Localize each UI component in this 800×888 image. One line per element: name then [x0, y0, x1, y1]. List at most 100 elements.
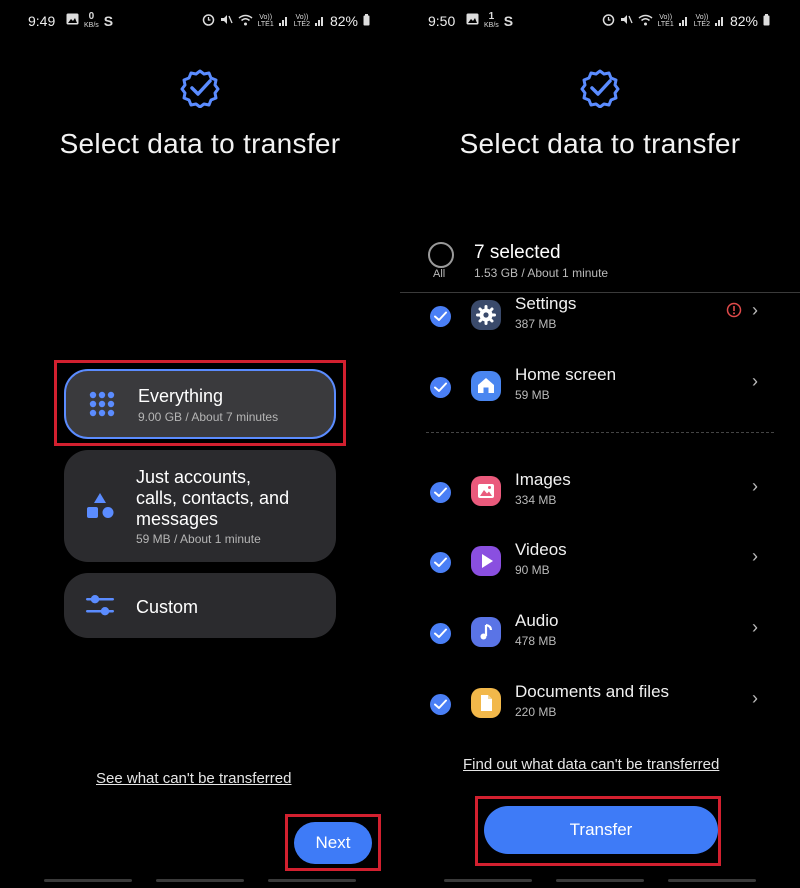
chevron-right-icon[interactable]: ›	[752, 546, 758, 567]
item-name: Settings	[515, 294, 577, 313]
gear-icon	[471, 300, 501, 330]
item-name: Home screen	[515, 365, 617, 384]
option-everything[interactable]: Everything 9.00 GB / About 7 minutes	[64, 369, 336, 439]
wifi-icon	[238, 13, 253, 29]
option-title: Custom	[136, 597, 199, 617]
gallery-icon	[466, 13, 479, 29]
item-size: 478 MB	[515, 634, 557, 648]
item-size: 334 MB	[515, 493, 557, 507]
status-time: 9:49	[28, 13, 56, 29]
home-icon	[471, 371, 501, 401]
item-size: 59 MB	[515, 388, 550, 402]
option-title: Everything	[138, 386, 224, 406]
carrier-s-icon: S	[103, 12, 114, 29]
smart-switch-logo-icon	[180, 69, 220, 108]
battery-level: 82%	[729, 13, 758, 29]
option-title-line: Just accounts,	[136, 467, 252, 487]
select-all-checkbox[interactable]	[428, 242, 454, 268]
item-size: 387 MB	[515, 317, 557, 331]
checked-checkbox[interactable]	[430, 482, 451, 503]
chevron-right-icon[interactable]: ›	[752, 371, 758, 392]
grid-icon	[89, 391, 115, 417]
mute-icon	[620, 13, 633, 29]
option-subtitle: 9.00 GB / About 7 minutes	[138, 410, 279, 424]
network-speed: 0 KB/s	[84, 11, 99, 30]
mute-icon	[220, 13, 233, 29]
battery-icon	[363, 13, 370, 29]
item-size: 220 MB	[515, 705, 557, 719]
item-name: Audio	[515, 611, 559, 630]
item-name: Videos	[515, 540, 567, 559]
page-title: Select data to transfer	[459, 128, 741, 159]
divider	[400, 292, 800, 293]
nav-gesture-bar	[444, 879, 532, 882]
list-item-audio[interactable]: Audio 478 MB ›	[400, 611, 800, 673]
music-icon	[471, 617, 501, 647]
item-name: Documents and files	[515, 682, 670, 701]
alarm-icon	[602, 13, 615, 29]
divider	[426, 432, 774, 433]
page-title: Select data to transfer	[59, 128, 341, 159]
item-size: 90 MB	[515, 563, 550, 577]
chevron-right-icon[interactable]: ›	[752, 300, 758, 321]
list-item-images[interactable]: Images 334 MB ›	[400, 470, 800, 532]
option-title-line: calls, contacts, and	[136, 488, 290, 508]
nav-gesture-bar	[668, 879, 756, 882]
lte1-indicator: Vo)) LTE1	[657, 14, 674, 28]
nav-gesture-bar	[268, 879, 356, 882]
item-name: Images	[515, 470, 571, 489]
checked-checkbox[interactable]	[430, 623, 451, 644]
shapes-icon	[87, 493, 114, 518]
checked-checkbox[interactable]	[430, 694, 451, 715]
transfer-button[interactable]: Transfer	[484, 806, 718, 854]
find-untransferable-link[interactable]: Find out what data can't be transferred	[463, 756, 719, 773]
selected-count: 7 selected	[474, 242, 561, 263]
lte2-indicator: Vo)) LTE2	[293, 14, 310, 28]
signal-icon	[714, 13, 725, 29]
signal-icon	[678, 13, 689, 29]
gallery-icon	[66, 13, 79, 29]
wifi-icon	[638, 13, 653, 29]
list-item-videos[interactable]: Videos 90 MB ›	[400, 540, 800, 602]
status-time: 9:50	[428, 13, 456, 29]
selected-summary: 1.53 GB / About 1 minute	[474, 266, 609, 280]
option-accounts-messages[interactable]: Just accounts, calls, contacts, and mess…	[64, 450, 336, 562]
left-screen: 9:49 0 KB/s S Vo)) LTE1 Vo)) LTE2 82% Se…	[0, 0, 400, 888]
see-untransferable-link[interactable]: See what can't be transferred	[96, 770, 291, 787]
checked-checkbox[interactable]	[430, 306, 451, 327]
select-all-label: All	[433, 268, 446, 280]
image-icon	[471, 476, 501, 506]
right-screen: 9:50 1 KB/s S Vo)) LTE1 Vo)) LTE2 82% Se…	[400, 0, 800, 888]
chevron-right-icon[interactable]: ›	[752, 617, 758, 638]
signal-icon	[278, 13, 289, 29]
battery-level: 82%	[329, 13, 358, 29]
sliders-icon	[86, 595, 114, 616]
option-subtitle: 59 MB / About 1 minute	[136, 532, 261, 546]
battery-icon	[763, 13, 770, 29]
chevron-right-icon[interactable]: ›	[752, 476, 758, 497]
list-item-documents[interactable]: Documents and files 220 MB ›	[400, 682, 800, 744]
list-item-settings[interactable]: Settings 387 MB ›	[400, 294, 800, 356]
lte1-indicator: Vo)) LTE1	[257, 14, 274, 28]
document-icon	[471, 688, 501, 718]
status-bar: 9:49 0 KB/s S Vo)) LTE1 Vo)) LTE2 82%	[0, 10, 400, 34]
warning-icon[interactable]	[726, 302, 742, 318]
play-icon	[471, 546, 501, 576]
next-button[interactable]: Next	[294, 822, 372, 864]
checked-checkbox[interactable]	[430, 377, 451, 398]
list-item-home-screen[interactable]: Home screen 59 MB ›	[400, 365, 800, 427]
chevron-right-icon[interactable]: ›	[752, 688, 758, 709]
lte2-indicator: Vo)) LTE2	[693, 14, 710, 28]
network-speed: 1 KB/s	[484, 11, 499, 30]
status-bar: 9:50 1 KB/s S Vo)) LTE1 Vo)) LTE2 82%	[400, 10, 800, 34]
option-custom[interactable]: Custom	[64, 573, 336, 638]
nav-gesture-bar	[44, 879, 132, 882]
option-title-line: messages	[136, 509, 219, 529]
alarm-icon	[202, 13, 215, 29]
carrier-s-icon: S	[503, 12, 514, 29]
nav-gesture-bar	[556, 879, 644, 882]
smart-switch-logo-icon	[580, 69, 620, 108]
nav-gesture-bar	[156, 879, 244, 882]
signal-icon	[314, 13, 325, 29]
checked-checkbox[interactable]	[430, 552, 451, 573]
